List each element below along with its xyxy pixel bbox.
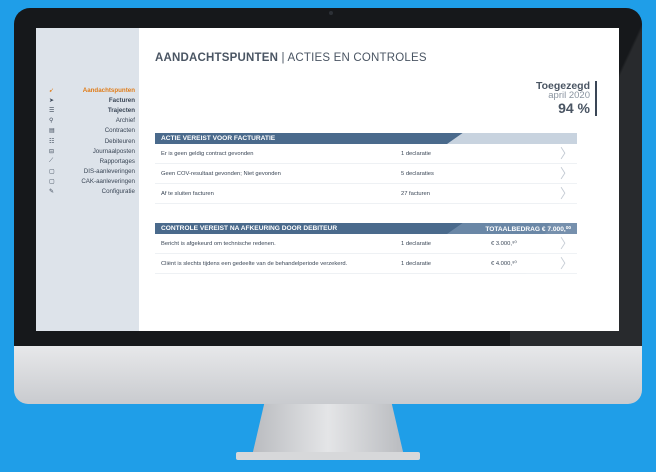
panel-header: CONTROLE VEREIST NA AFKEURING DOOR DEBIT…	[155, 223, 577, 234]
search-icon: ⚲	[49, 118, 54, 125]
chevron-right-icon[interactable]: 〉	[560, 237, 573, 250]
row-count: 1 declaratie	[401, 150, 431, 157]
sidebar-item-archief[interactable]: ⚲ Archief	[36, 116, 139, 126]
kpi-widget: Toegezegd april 2020 94 %	[536, 81, 597, 116]
app-screen: ➹ Aandachtspunten ➤ Facturen ☰ Trajecten ⚲ A…	[36, 28, 619, 331]
sidebar-item-label: Facturen	[108, 96, 135, 104]
row-count: 5 declaraties	[401, 170, 434, 177]
sidebar-item-label: Aandachtspunten	[82, 86, 135, 94]
row-text: Er is geen geldig contract gevonden	[161, 150, 254, 157]
sidebar-item-configuratie[interactable]: ✎ Configuratie	[36, 187, 139, 197]
sidebar-item-label: Rapportages	[99, 157, 135, 165]
row-text: Cliënt is slechts tijdens een gedeelte v…	[161, 260, 348, 267]
panel-header: ACTIE VEREIST VOOR FACTURATIE	[155, 133, 577, 144]
sidebar-item-trajecten[interactable]: ☰ Trajecten	[36, 105, 139, 115]
table-row[interactable]: Geen COV-resultaat gevonden; Niet gevond…	[155, 164, 577, 184]
row-count: 1 declaratie	[401, 260, 431, 267]
row-count: 27 facturen	[401, 190, 431, 197]
table-row[interactable]: Af te sluiten facturen 27 facturen 〉	[155, 184, 577, 204]
wrench-icon: ✎	[49, 189, 55, 196]
sidebar-item-rapportages[interactable]: ⟋ Rapportages	[36, 156, 139, 166]
panel-header-label: CONTROLE VEREIST NA AFKEURING DOOR DEBIT…	[161, 225, 338, 232]
page-title-subtitle: ACTIES EN CONTROLES	[287, 52, 427, 64]
sidebar-item-facturen[interactable]: ➤ Facturen	[36, 95, 139, 105]
row-text: Bericht is afgekeurd om technische reden…	[161, 240, 276, 247]
sidebar-item-label: CAK-aanleveringen	[81, 178, 135, 186]
sidebar-item-cak-aanleveringen[interactable]: ▢ CAK-aanleveringen	[36, 177, 139, 187]
sidebar-item-dis-aanleveringen[interactable]: ▢ DIS-aanleveringen	[36, 167, 139, 177]
panel-controle: CONTROLE VEREIST NA AFKEURING DOOR DEBIT…	[155, 223, 577, 274]
sidebar-item-journaalposten[interactable]: ⊟ Journaalposten	[36, 146, 139, 156]
total-amount: TOTAALBEDRAG € 7.000,⁰⁰	[485, 226, 571, 233]
camera-dot	[329, 11, 333, 15]
panel-header-label: ACTIE VEREIST VOOR FACTURATIE	[161, 135, 276, 142]
sidebar-item-label: DIS-aanleveringen	[83, 168, 135, 176]
chevron-right-icon[interactable]: 〉	[560, 257, 573, 270]
sidebar-item-label: Trajecten	[107, 106, 135, 114]
file-icon: ▢	[49, 179, 55, 186]
sidebar-nav: ➹ Aandachtspunten ➤ Facturen ☰ Trajecten ⚲ A…	[36, 85, 139, 197]
row-text: Af te sluiten facturen	[161, 190, 214, 197]
chart-icon: ⟋	[49, 157, 54, 164]
page-title: AANDACHTSPUNTEN | ACTIES EN CONTROLES	[155, 52, 427, 64]
page-title-separator: |	[281, 52, 285, 64]
monitor-stand	[252, 404, 404, 456]
monitor-base	[236, 452, 420, 460]
list-icon: ☰	[49, 107, 55, 114]
page-title-bold: AANDACHTSPUNTEN	[155, 52, 279, 64]
row-amount: € 4.000,⁹⁰	[491, 260, 517, 267]
send-icon: ➤	[49, 97, 55, 104]
monitor-chin	[14, 346, 642, 404]
journal-icon: ⊟	[49, 148, 55, 155]
table-row[interactable]: Cliënt is slechts tijdens een gedeelte v…	[155, 254, 577, 274]
panel-facturatie: ACTIE VEREIST VOOR FACTURATIE Er is geen…	[155, 133, 577, 204]
chevron-right-icon[interactable]: 〉	[560, 187, 573, 200]
chevron-right-icon[interactable]: 〉	[560, 147, 573, 160]
sidebar-item-label: Journaalposten	[92, 147, 135, 155]
sidebar-item-aandachtspunten[interactable]: ➹ Aandachtspunten	[36, 85, 139, 95]
sidebar-item-label: Contracten	[104, 127, 135, 135]
chevron-right-icon[interactable]: 〉	[560, 167, 573, 180]
kpi-percent: 94 %	[558, 100, 590, 116]
row-text: Geen COV-resultaat gevonden; Niet gevond…	[161, 170, 281, 177]
row-count: 1 declaratie	[401, 240, 431, 247]
sidebar-item-label: Archief	[115, 117, 135, 125]
row-amount: € 3.000,⁹⁰	[491, 240, 517, 247]
sidebar: ➹ Aandachtspunten ➤ Facturen ☰ Trajecten ⚲ A…	[36, 28, 139, 331]
main-content: AANDACHTSPUNTEN | ACTIES EN CONTROLES To…	[139, 28, 619, 331]
table-icon: ☷	[49, 138, 55, 145]
table-row[interactable]: Er is geen geldig contract gevonden 1 de…	[155, 144, 577, 164]
sidebar-item-label: Configuratie	[101, 188, 135, 196]
file-icon: ▢	[49, 169, 55, 176]
megaphone-icon: ➹	[49, 87, 55, 94]
table-row[interactable]: Bericht is afgekeurd om technische reden…	[155, 234, 577, 254]
document-icon: ▤	[49, 128, 55, 135]
sidebar-item-label: Debiteuren	[104, 137, 135, 145]
panel-header-decor	[447, 133, 577, 144]
sidebar-item-contracten[interactable]: ▤ Contracten	[36, 126, 139, 136]
sidebar-item-debiteuren[interactable]: ☷ Debiteuren	[36, 136, 139, 146]
